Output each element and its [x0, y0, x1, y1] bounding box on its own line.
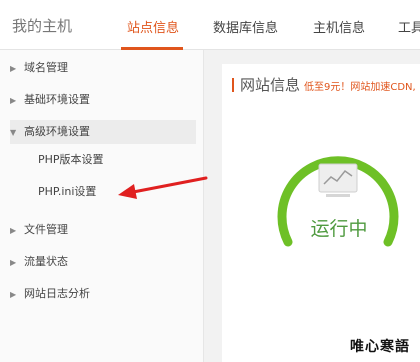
panel-header: 网站信息 低至9元！网站加速CDN,: [232, 74, 416, 95]
run-status: 运行中: [310, 218, 368, 240]
watermark-signature: 唯心寒語: [350, 339, 410, 355]
promo-link[interactable]: 低至9元！网站加速CDN,: [304, 82, 416, 93]
site-info-panel: 网站信息 低至9元！网站加速CDN, 运行中: [222, 64, 420, 362]
page-title: 网站信息: [240, 76, 301, 94]
chart-preview-icon: [318, 163, 358, 197]
title-accent-bar: [232, 78, 234, 92]
